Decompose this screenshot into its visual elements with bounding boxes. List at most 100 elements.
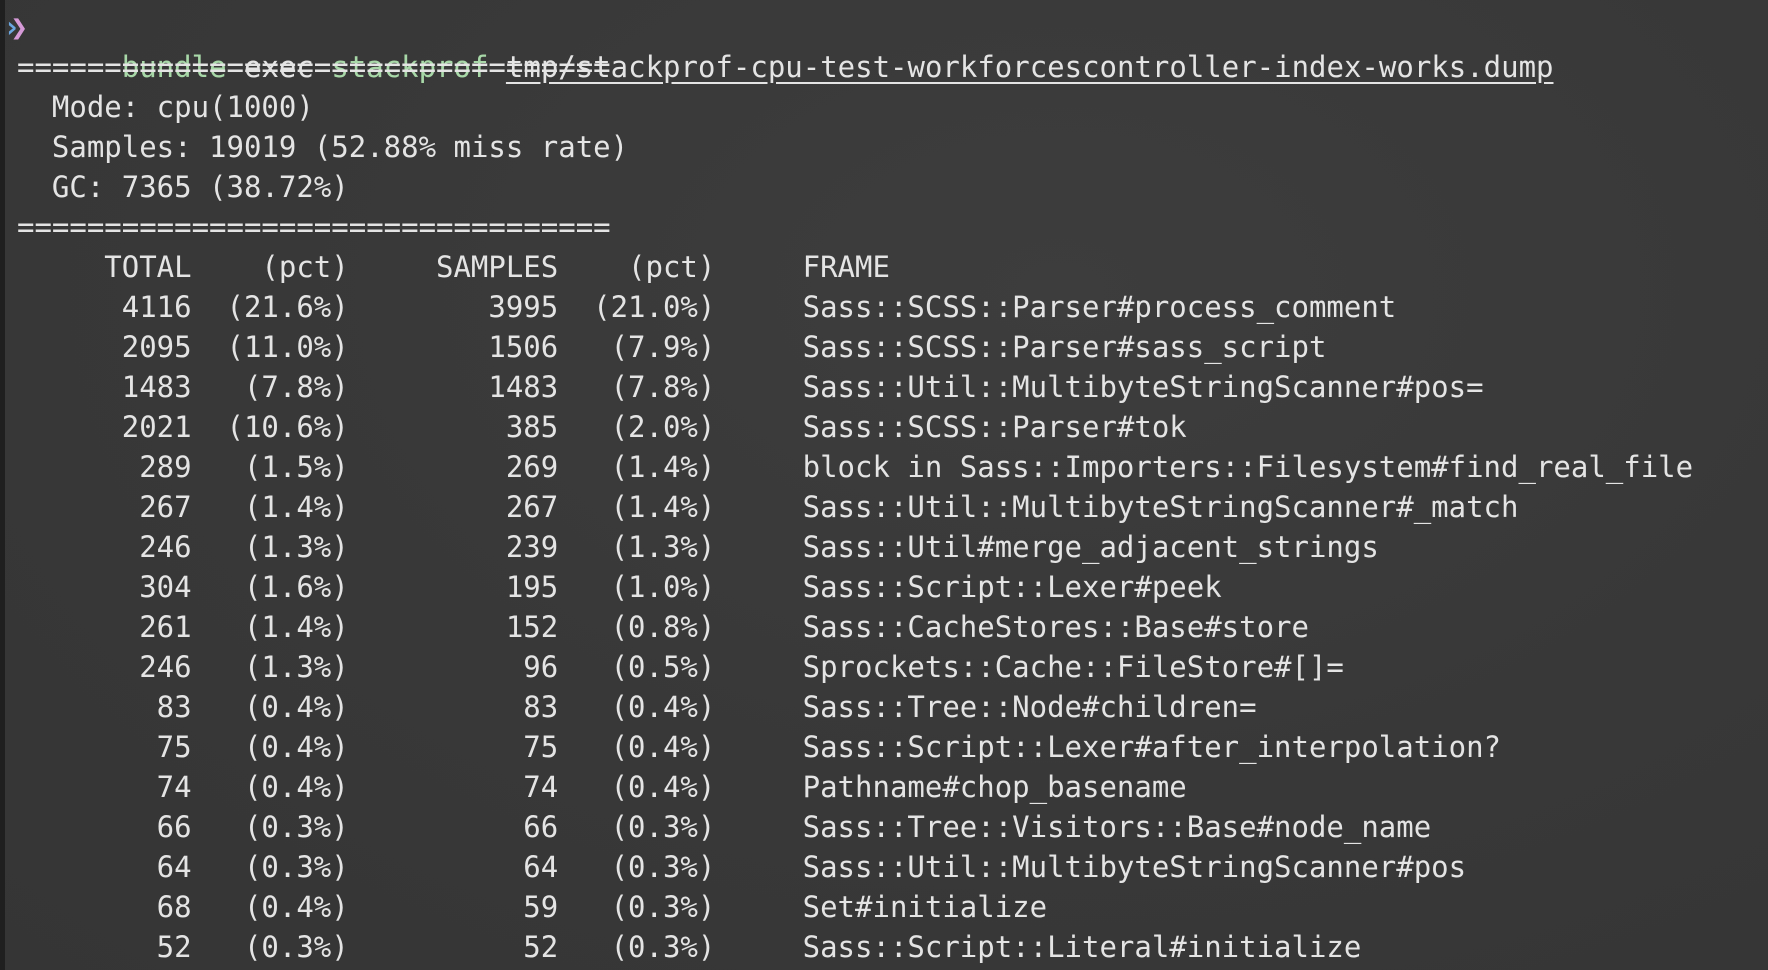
header-total: TOTAL <box>104 250 192 284</box>
row-frame: Sass::SCSS::Parser#tok <box>802 410 1187 444</box>
row-samples-pct: (0.4%) <box>610 730 716 764</box>
table-row: 75 (0.4%) 75 (0.4%) Sass::Script::Lexer#afte… <box>17 727 1693 767</box>
table-header: TOTAL (pct) SAMPLES (pct) FRAME <box>17 247 1693 287</box>
row-samples-pct: (7.9%) <box>610 330 716 364</box>
row-frame: Sass::Tree::Node#children= <box>802 690 1257 724</box>
row-total: 2021 <box>121 410 192 444</box>
window-edge <box>0 0 5 970</box>
row-samples: 66 <box>523 810 559 844</box>
row-total-pct: (1.4%) <box>243 610 349 644</box>
row-total: 64 <box>156 850 192 884</box>
row-samples: 1483 <box>488 370 559 404</box>
table-row: 83 (0.4%) 83 (0.4%) Sass::Tree::Node#childre… <box>17 687 1693 727</box>
row-total: 75 <box>156 730 192 764</box>
samples-text: Samples: 19019 (52.88% miss rate) <box>51 130 629 164</box>
table-row: 52 (0.3%) 52 (0.3%) Sass::Script::Literal#in… <box>17 927 1693 967</box>
row-samples-pct: (0.3%) <box>610 850 716 884</box>
table-row: 2021 (10.6%) 385 (2.0%) Sass::SCSS::Parser#t… <box>17 407 1693 447</box>
row-samples: 267 <box>505 490 559 524</box>
header-frame: FRAME <box>802 250 890 284</box>
row-total: 246 <box>139 530 192 564</box>
header-samples-pct: (pct) <box>628 250 716 284</box>
row-samples: 64 <box>523 850 559 884</box>
terminal-output: ›❯ bundle exec stackprof tmp/stackprof-c… <box>3 7 1693 967</box>
row-total-pct: (0.4%) <box>243 730 349 764</box>
row-samples-pct: (0.3%) <box>610 810 716 844</box>
separator-bottom: ================================== <box>17 210 611 244</box>
table-row: 304 (1.6%) 195 (1.0%) Sass::Script::Lexer#pe… <box>17 567 1693 607</box>
row-frame: Sass::Script::Lexer#after_interpolation? <box>802 730 1502 764</box>
row-frame: Sass::Tree::Visitors::Base#node_name <box>802 810 1432 844</box>
row-samples: 96 <box>523 650 559 684</box>
row-samples: 1506 <box>488 330 559 364</box>
row-samples: 195 <box>505 570 559 604</box>
row-total-pct: (0.4%) <box>243 770 349 804</box>
row-total: 1483 <box>121 370 192 404</box>
row-frame: Pathname#chop_basename <box>802 770 1187 804</box>
row-total-pct: (11.0%) <box>226 330 349 364</box>
row-total: 261 <box>139 610 192 644</box>
row-total: 267 <box>139 490 192 524</box>
row-total-pct: (1.3%) <box>243 530 349 564</box>
chevron-right-icon: ›❯ <box>3 10 28 44</box>
row-total: 304 <box>139 570 192 604</box>
row-samples-pct: (1.3%) <box>610 530 716 564</box>
row-samples: 74 <box>523 770 559 804</box>
row-total: 68 <box>156 890 192 924</box>
row-samples: 75 <box>523 730 559 764</box>
row-frame: Sass::SCSS::Parser#sass_script <box>802 330 1327 364</box>
row-frame: Sass::Script::Lexer#peek <box>802 570 1222 604</box>
table-row: 246 (1.3%) 96 (0.5%) Sprockets::Cache::FileS… <box>17 647 1693 687</box>
row-frame: Sass::SCSS::Parser#process_comment <box>802 290 1397 324</box>
row-total-pct: (10.6%) <box>226 410 349 444</box>
table-row: 261 (1.4%) 152 (0.8%) Sass::CacheStores::Bas… <box>17 607 1693 647</box>
table-row: 4116 (21.6%) 3995 (21.0%) Sass::SCSS::Parser… <box>17 287 1693 327</box>
table-row: 1483 (7.8%) 1483 (7.8%) Sass::Util::Multibyt… <box>17 367 1693 407</box>
separator-top: ================================== <box>17 50 611 84</box>
table-row: 68 (0.4%) 59 (0.3%) Set#initialize <box>17 887 1693 927</box>
row-frame: block in Sass::Importers::Filesystem#fin… <box>802 450 1694 484</box>
row-samples-pct: (1.0%) <box>610 570 716 604</box>
row-total-pct: (0.3%) <box>243 930 349 964</box>
row-samples-pct: (0.4%) <box>610 770 716 804</box>
row-total-pct: (1.5%) <box>243 450 349 484</box>
row-frame: Set#initialize <box>802 890 1048 924</box>
row-frame: Sass::CacheStores::Base#store <box>802 610 1309 644</box>
table-row: 246 (1.3%) 239 (1.3%) Sass::Util#merge_adjac… <box>17 527 1693 567</box>
row-total: 289 <box>139 450 192 484</box>
table-row: 267 (1.4%) 267 (1.4%) Sass::Util::MultibyteS… <box>17 487 1693 527</box>
row-samples-pct: (21.0%) <box>593 290 716 324</box>
row-total-pct: (1.3%) <box>243 650 349 684</box>
row-total-pct: (0.4%) <box>243 890 349 924</box>
row-samples: 52 <box>523 930 559 964</box>
row-total: 83 <box>156 690 192 724</box>
row-total: 2095 <box>121 330 192 364</box>
row-total-pct: (0.3%) <box>243 850 349 884</box>
table-row: 64 (0.3%) 64 (0.3%) Sass::Util::MultibyteStr… <box>17 847 1693 887</box>
row-samples: 239 <box>505 530 559 564</box>
row-samples-pct: (7.8%) <box>610 370 716 404</box>
row-total-pct: (0.3%) <box>243 810 349 844</box>
row-total-pct: (1.4%) <box>243 490 349 524</box>
table-row: 289 (1.5%) 269 (1.4%) block in Sass::Importe… <box>17 447 1693 487</box>
table-row: 2095 (11.0%) 1506 (7.9%) Sass::SCSS::Parser#… <box>17 327 1693 367</box>
row-samples-pct: (0.3%) <box>610 890 716 924</box>
row-frame: Sprockets::Cache::FileStore#[]= <box>802 650 1344 684</box>
gc-text: GC: 7365 (38.72%) <box>51 170 349 204</box>
row-total: 246 <box>139 650 192 684</box>
row-samples: 83 <box>523 690 559 724</box>
row-samples-pct: (1.4%) <box>610 490 716 524</box>
row-total: 52 <box>156 930 192 964</box>
row-total-pct: (7.8%) <box>243 370 349 404</box>
row-total-pct: (0.4%) <box>243 690 349 724</box>
row-samples-pct: (0.3%) <box>610 930 716 964</box>
row-frame: Sass::Util#merge_adjacent_strings <box>802 530 1379 564</box>
row-samples-pct: (0.5%) <box>610 650 716 684</box>
header-samples: SAMPLES <box>436 250 559 284</box>
mode-text: Mode: cpu(1000) <box>51 90 314 124</box>
row-frame: Sass::Util::MultibyteStringScanner#pos= <box>802 370 1484 404</box>
row-samples-pct: (1.4%) <box>610 450 716 484</box>
row-total-pct: (21.6%) <box>226 290 349 324</box>
row-samples: 59 <box>523 890 559 924</box>
table-row: 74 (0.4%) 74 (0.4%) Pathname#chop_basename <box>17 767 1693 807</box>
